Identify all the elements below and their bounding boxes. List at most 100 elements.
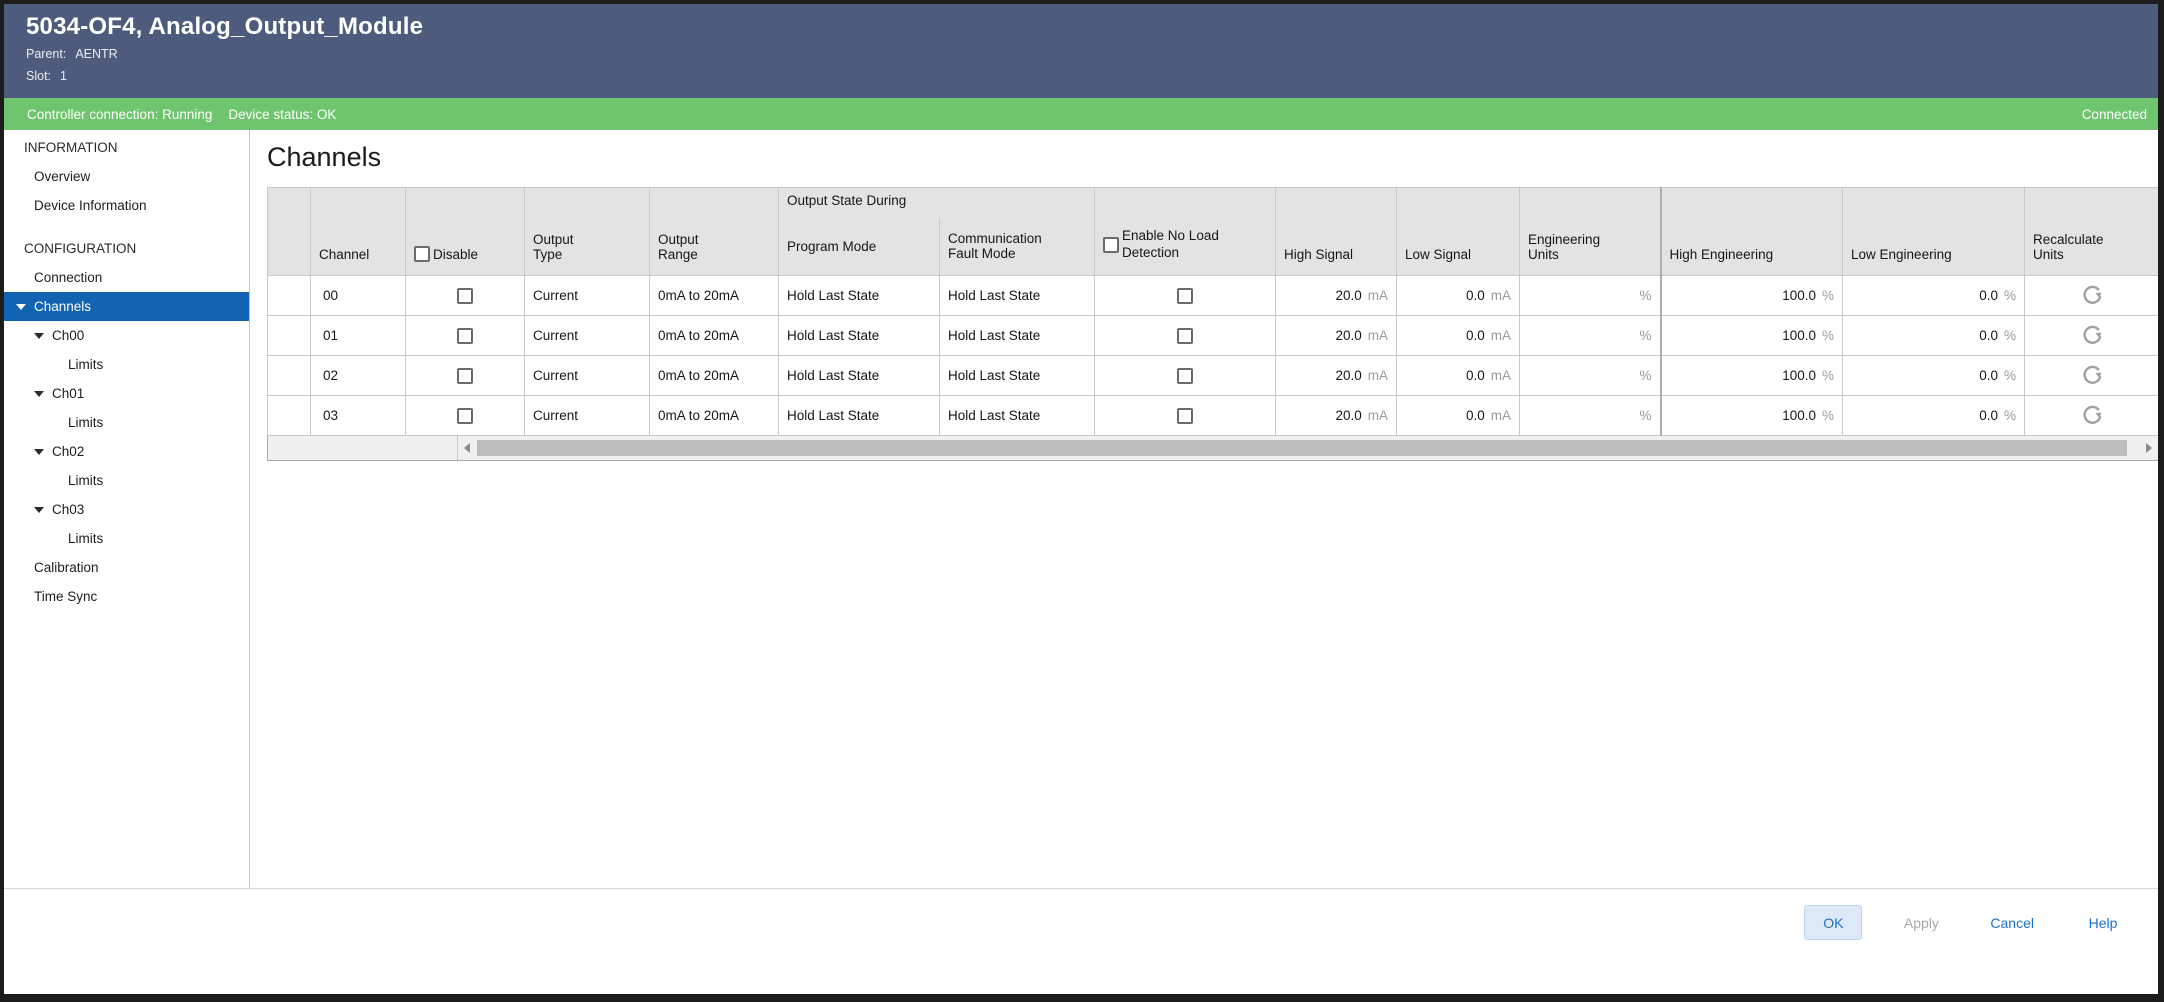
output-type-cell[interactable]: Current [525,396,650,436]
scroll-left-button[interactable] [458,436,476,460]
comm-fault-mode-cell[interactable]: Hold Last State [940,396,1095,436]
disable-checkbox[interactable] [457,288,473,304]
disable-checkbox[interactable] [457,368,473,384]
recalculate-icon[interactable] [2079,361,2106,388]
cancel-button[interactable]: Cancel [1980,905,2044,940]
sidebar-item-ch00[interactable]: Ch00 [4,321,249,350]
enable-no-load-cell[interactable] [1095,356,1276,396]
output-range-cell[interactable]: 0mA to 20mA [650,276,779,316]
engineering-units-cell[interactable]: % [1520,316,1661,356]
low-signal-cell[interactable]: 0.0mA [1397,356,1520,396]
sidebar-item-ch02-limits[interactable]: Limits [4,466,249,495]
sidebar-section-gap [4,220,249,234]
sidebar-item-ch02[interactable]: Ch02 [4,437,249,466]
horizontal-scrollbar[interactable] [267,436,2158,461]
row-selector-cell[interactable] [268,316,311,356]
high-signal-value: 20.0 [1335,328,1361,343]
output-range-cell[interactable]: 0mA to 20mA [650,396,779,436]
sidebar-item-channels[interactable]: Channels [4,292,249,321]
high-engineering-cell[interactable]: 100.0% [1661,396,1843,436]
row-selector-cell[interactable] [268,396,311,436]
engineering-units-cell[interactable]: % [1520,356,1661,396]
engineering-units-unit: % [1640,288,1652,303]
sidebar-item-ch00-limits[interactable]: Limits [4,350,249,379]
engineering-units-cell[interactable]: % [1520,276,1661,316]
comm-fault-mode-cell[interactable]: Hold Last State [940,356,1095,396]
ok-button[interactable]: OK [1804,905,1862,940]
sidebar-item-time-sync[interactable]: Time Sync [4,582,249,611]
main-panel: Channels Channel [250,130,2158,888]
enable-no-load-checkbox[interactable] [1177,288,1193,304]
recalculate-units-cell[interactable] [2025,356,2158,396]
sidebar-item-calibration[interactable]: Calibration [4,553,249,582]
high-signal-cell[interactable]: 20.0mA [1276,316,1397,356]
low-engineering-cell[interactable]: 0.0% [1843,356,2025,396]
comm-fault-mode-cell[interactable]: Hold Last State [940,276,1095,316]
scrollbar-track[interactable] [476,436,2140,460]
recalculate-units-cell[interactable] [2025,276,2158,316]
disable-checkbox[interactable] [457,408,473,424]
sidebar-item-ch03-limits[interactable]: Limits [4,524,249,553]
output-range-cell[interactable]: 0mA to 20mA [650,316,779,356]
high-signal-cell[interactable]: 20.0mA [1276,276,1397,316]
sidebar-item-ch03[interactable]: Ch03 [4,495,249,524]
enable-no-load-checkbox[interactable] [1177,368,1193,384]
sidebar-item-overview[interactable]: Overview [4,162,249,191]
enable-no-load-cell[interactable] [1095,396,1276,436]
program-mode-cell[interactable]: Hold Last State [779,396,940,436]
program-mode-cell[interactable]: Hold Last State [779,356,940,396]
low-engineering-unit: % [2004,328,2016,343]
recalculate-icon[interactable] [2079,401,2106,428]
row-selector-cell[interactable] [268,276,311,316]
low-engineering-cell[interactable]: 0.0% [1843,276,2025,316]
disable-cell[interactable] [406,356,525,396]
disable-all-checkbox[interactable] [414,246,430,262]
high-engineering-cell[interactable]: 100.0% [1661,356,1843,396]
disable-checkbox[interactable] [457,328,473,344]
enable-no-load-cell[interactable] [1095,316,1276,356]
engineering-units-cell[interactable]: % [1520,396,1661,436]
enable-no-load-checkbox[interactable] [1177,328,1193,344]
row-selector-cell[interactable] [268,356,311,396]
enable-no-load-cell[interactable] [1095,276,1276,316]
output-type-cell[interactable]: Current [525,356,650,396]
program-mode-cell[interactable]: Hold Last State [779,316,940,356]
recalculate-units-cell[interactable] [2025,316,2158,356]
program-mode-cell[interactable]: Hold Last State [779,276,940,316]
slot-label: Slot: [26,69,51,83]
low-signal-unit: mA [1491,408,1511,423]
enable-no-load-all-checkbox[interactable] [1103,237,1119,253]
disable-cell[interactable] [406,276,525,316]
high-engineering-value: 100.0 [1782,368,1816,383]
sidebar-item-label: Ch02 [52,444,84,459]
high-signal-cell[interactable]: 20.0mA [1276,396,1397,436]
comm-fault-mode-cell[interactable]: Hold Last State [940,316,1095,356]
recalculate-icon[interactable] [2079,281,2106,308]
sidebar-item-connection[interactable]: Connection [4,263,249,292]
sidebar-item-ch01[interactable]: Ch01 [4,379,249,408]
sidebar-item-ch01-limits[interactable]: Limits [4,408,249,437]
recalculate-units-cell[interactable] [2025,396,2158,436]
apply-button[interactable]: Apply [1892,905,1950,940]
disable-cell[interactable] [406,396,525,436]
sidebar-item-device-information[interactable]: Device Information [4,191,249,220]
low-signal-cell[interactable]: 0.0mA [1397,316,1520,356]
high-engineering-cell[interactable]: 100.0% [1661,316,1843,356]
scroll-right-button[interactable] [2140,436,2158,460]
enable-no-load-checkbox[interactable] [1177,408,1193,424]
output-type-cell[interactable]: Current [525,276,650,316]
output-range-cell[interactable]: 0mA to 20mA [650,356,779,396]
disable-cell[interactable] [406,316,525,356]
col-group-output-state-during: Output State During [779,188,1095,218]
scrollbar-thumb[interactable] [477,440,2127,456]
low-signal-cell[interactable]: 0.0mA [1397,396,1520,436]
low-engineering-cell[interactable]: 0.0% [1843,316,2025,356]
low-signal-cell[interactable]: 0.0mA [1397,276,1520,316]
low-engineering-cell[interactable]: 0.0% [1843,396,2025,436]
low-engineering-value: 0.0 [1979,368,1998,383]
recalculate-icon[interactable] [2079,321,2106,348]
output-type-cell[interactable]: Current [525,316,650,356]
help-button[interactable]: Help [2074,905,2132,940]
high-signal-cell[interactable]: 20.0mA [1276,356,1397,396]
high-engineering-cell[interactable]: 100.0% [1661,276,1843,316]
